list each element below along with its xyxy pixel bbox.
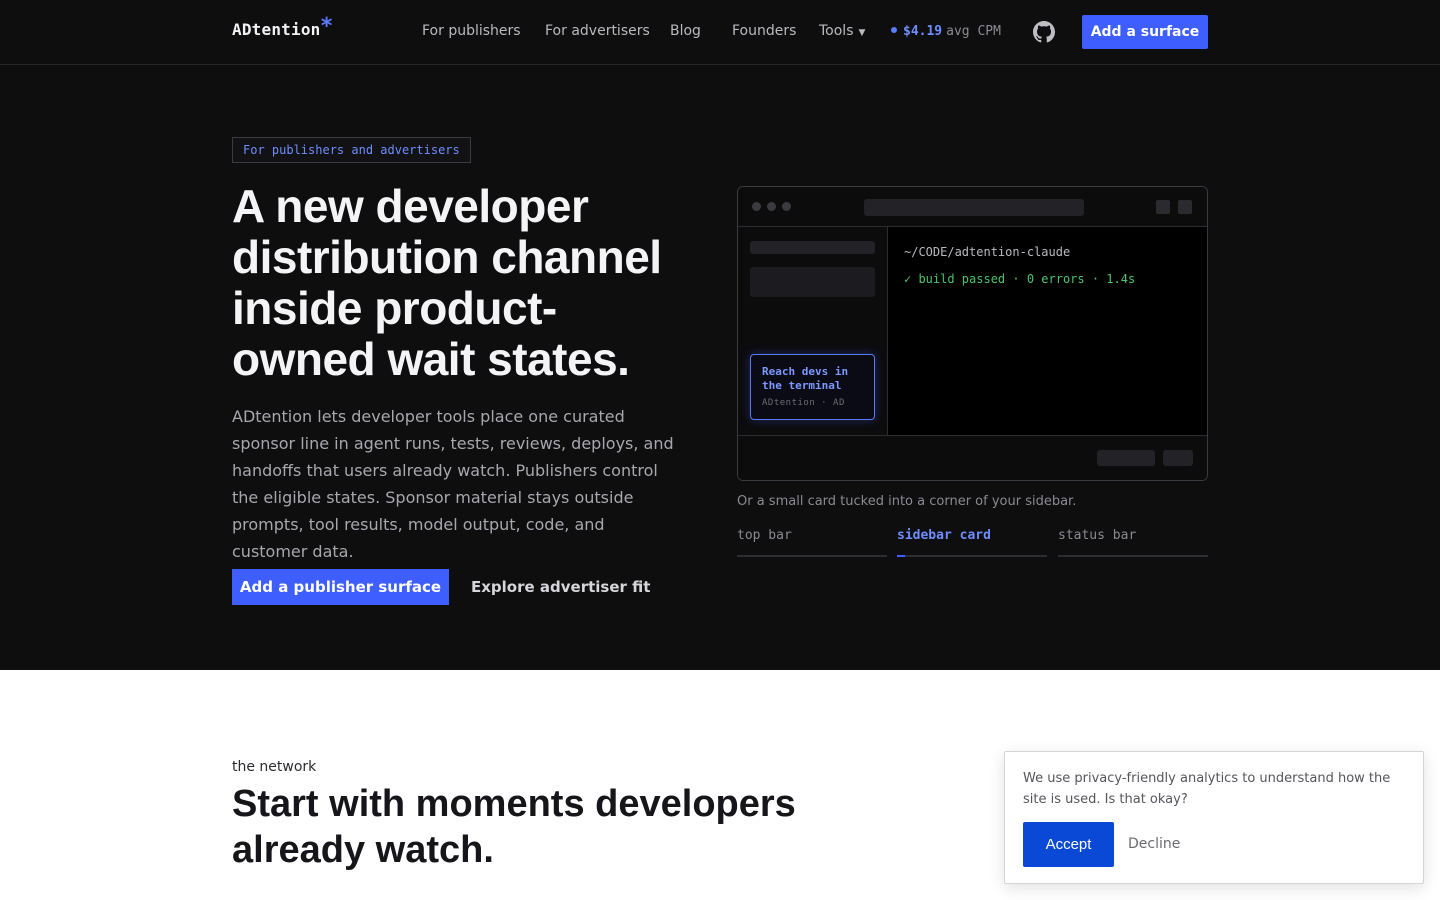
sidebar-ad-card: Reach devs in the terminal ADtention · A…	[750, 354, 875, 420]
window-dot-icon	[752, 202, 761, 211]
mockup-titlebar	[738, 187, 1207, 227]
add-publisher-surface-button[interactable]: Add a publisher surface	[232, 569, 449, 605]
tab-label: sidebar card	[897, 528, 991, 543]
ad-card-title: Reach devs in the terminal	[762, 365, 849, 392]
nav-link-publishers[interactable]: For publishers	[422, 23, 521, 39]
nav-link-blog[interactable]: Blog	[670, 23, 701, 39]
window-control-icon	[1178, 200, 1192, 214]
skeleton-pill	[1097, 450, 1155, 466]
tab-top-bar[interactable]: top bar	[737, 528, 887, 557]
top-nav: ADtention * For publishers For advertise…	[0, 0, 1440, 65]
ad-card-sponsor: ADtention · AD	[762, 398, 845, 408]
skeleton-pill	[1163, 450, 1193, 466]
hero-badge: For publishers and advertisers	[232, 137, 471, 163]
mockup-status-bar	[738, 435, 1207, 480]
cpm-unit: avg CPM	[946, 24, 1001, 39]
tools-label: Tools	[819, 23, 854, 39]
cpm-indicator: $4.19 avg CPM	[891, 24, 1001, 39]
tab-label: status bar	[1058, 528, 1137, 543]
app-mockup: Reach devs in the terminal ADtention · A…	[737, 186, 1208, 481]
explore-advertiser-fit-link[interactable]: Explore advertiser fit	[471, 578, 650, 596]
accept-button[interactable]: Accept	[1023, 822, 1114, 867]
chevron-down-icon: ▼	[858, 28, 866, 38]
section-eyebrow: the network	[232, 759, 317, 775]
nav-link-founders[interactable]: Founders	[732, 23, 796, 39]
add-surface-button[interactable]: Add a surface	[1082, 15, 1208, 49]
terminal-path: ~/CODE/adtention-claude	[904, 245, 1071, 259]
nav-link-advertisers[interactable]: For advertisers	[545, 23, 650, 39]
logo-text: ADtention	[232, 20, 321, 39]
window-control-icon	[1156, 200, 1170, 214]
section-title: Start with moments developers already wa…	[232, 783, 796, 871]
window-dot-icon	[782, 202, 791, 211]
hero-lede: ADtention lets developer tools place one…	[232, 407, 674, 561]
cpm-value: $4.19	[903, 24, 943, 39]
mockup-url-bar	[864, 199, 1084, 216]
terminal-build-status: ✓ build passed · 0 errors · 1.4s	[904, 272, 1136, 286]
hero-section: For publishers and advertisers A new dev…	[0, 65, 1440, 670]
mockup-sidebar: Reach devs in the terminal ADtention · A…	[738, 227, 888, 435]
skeleton-block	[750, 267, 875, 297]
active-tab-indicator	[897, 555, 905, 557]
window-dot-icon	[767, 202, 776, 211]
logo-asterisk-icon: *	[320, 14, 334, 39]
skeleton-line	[750, 241, 875, 254]
mockup-caption: Or a small card tucked into a corner of …	[737, 494, 1077, 509]
cookie-consent-banner: We use privacy-friendly analytics to und…	[1004, 751, 1424, 884]
logo[interactable]: ADtention *	[232, 14, 333, 39]
tab-sidebar-card[interactable]: sidebar card	[897, 528, 1047, 557]
tools-dropdown[interactable]: Tools ▼	[819, 23, 865, 39]
hero-title: A new developer distribution channel ins…	[232, 180, 662, 385]
github-icon[interactable]	[1033, 21, 1055, 43]
tab-status-bar[interactable]: status bar	[1058, 528, 1208, 557]
tab-label: top bar	[737, 528, 792, 543]
live-dot-icon	[891, 26, 897, 33]
cookie-message: We use privacy-friendly analytics to und…	[1023, 771, 1391, 807]
decline-button[interactable]: Decline	[1128, 836, 1180, 852]
